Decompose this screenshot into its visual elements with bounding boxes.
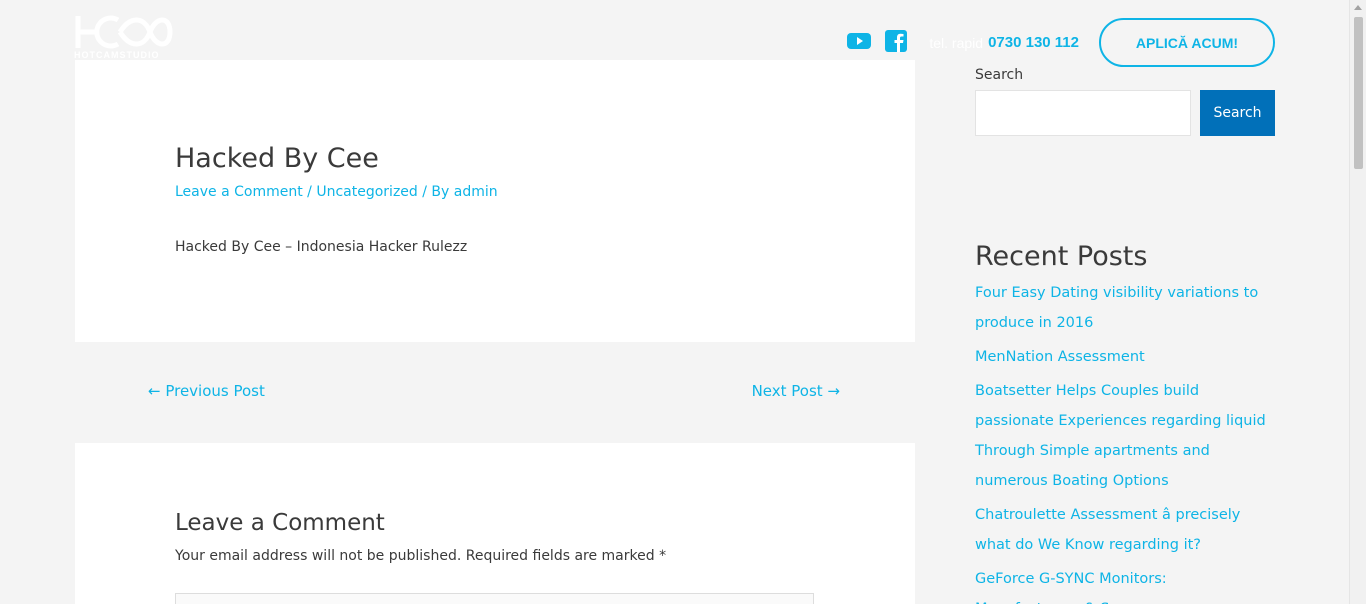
search-label: Search: [975, 67, 1024, 83]
recent-post-link[interactable]: Chatroulette Assessment â precisely what…: [975, 507, 1240, 553]
leave-comment-link[interactable]: Leave a Comment: [175, 184, 303, 200]
tel-label: tel. rapid: [929, 34, 984, 51]
recent-posts-title: Recent Posts: [975, 241, 1148, 272]
recent-posts-list: Four Easy Dating visibility variations t…: [975, 278, 1275, 604]
previous-post-link[interactable]: ← Previous Post: [148, 382, 265, 400]
recent-post-item: Boatsetter Helps Couples build passionat…: [975, 376, 1275, 496]
post-body: Hacked By Cee – Indonesia Hacker Rulezz: [175, 239, 468, 255]
logo-text: HOTCAMSTUDIO: [74, 50, 160, 60]
category-link[interactable]: Uncategorized: [316, 184, 417, 200]
meta-by-label: By: [431, 184, 450, 200]
apply-now-button[interactable]: APLICĂ ACUM!: [1099, 18, 1275, 67]
recent-post-link[interactable]: Boatsetter Helps Couples build passionat…: [975, 383, 1266, 489]
post-title: Hacked By Cee: [175, 143, 379, 174]
post-meta: Leave a Comment / Uncategorized / By adm…: [175, 184, 498, 200]
scroll-thumb[interactable]: [1354, 17, 1363, 169]
youtube-icon[interactable]: [847, 32, 872, 54]
next-post-link[interactable]: Next Post →: [752, 382, 840, 400]
facebook-icon[interactable]: [885, 29, 908, 56]
post-navigation: ← Previous Post Next Post →: [75, 382, 915, 402]
comment-notes: Your email address will not be published…: [175, 548, 667, 564]
recent-post-item: Chatroulette Assessment â precisely what…: [975, 500, 1275, 560]
author-link[interactable]: admin: [454, 184, 498, 200]
site-logo[interactable]: HOTCAMSTUDIO: [74, 14, 174, 60]
recent-post-item: MenNation Assessment: [975, 342, 1275, 372]
tel-number-link[interactable]: 0730 130 112: [988, 34, 1079, 51]
recent-post-item: Four Easy Dating visibility variations t…: [975, 278, 1275, 338]
search-button[interactable]: Search: [1200, 90, 1275, 136]
page-scrollbar[interactable]: [1349, 0, 1366, 604]
recent-post-link[interactable]: Four Easy Dating visibility variations t…: [975, 285, 1258, 331]
article-card: Hacked By Cee Leave a Comment / Uncatego…: [75, 60, 915, 342]
recent-post-link[interactable]: MenNation Assessment: [975, 349, 1145, 365]
logo-mark-icon: [75, 15, 173, 49]
meta-separator: /: [307, 184, 317, 200]
comment-textarea[interactable]: [175, 593, 814, 604]
scroll-up-arrow-icon[interactable]: [1354, 5, 1362, 10]
search-input[interactable]: [975, 90, 1191, 136]
comment-card: Leave a Comment Your email address will …: [75, 443, 915, 604]
comment-section-title: Leave a Comment: [175, 510, 385, 536]
recent-post-item: GeForce G-SYNC Monitors: Manufacturers &…: [975, 564, 1275, 604]
recent-post-link[interactable]: GeForce G-SYNC Monitors: Manufacturers &…: [975, 571, 1167, 604]
